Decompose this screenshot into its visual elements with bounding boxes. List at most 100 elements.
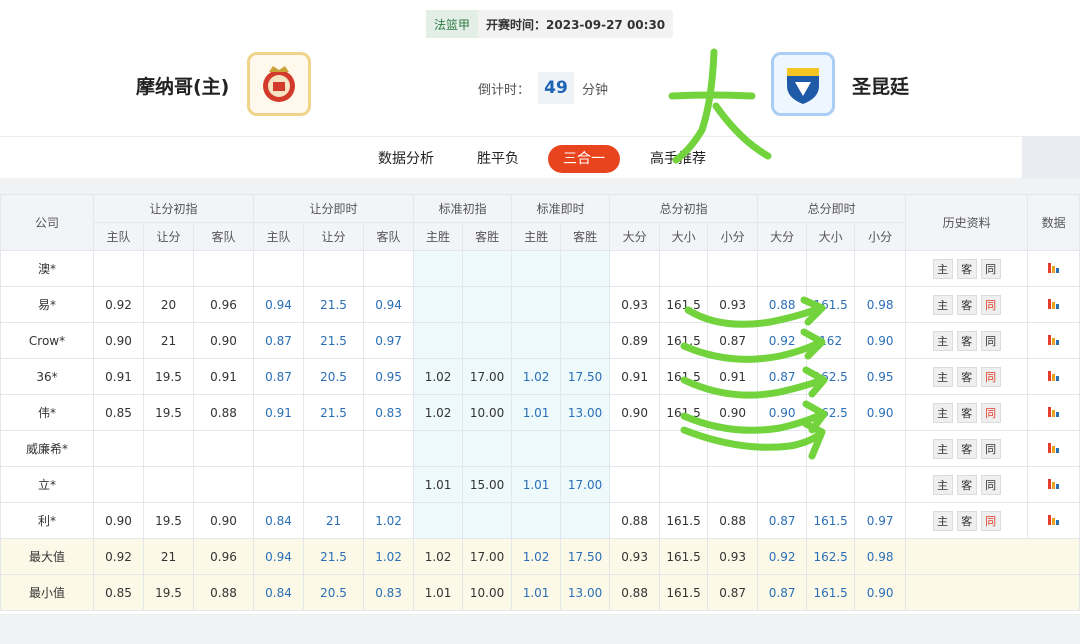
history-home-button[interactable]: 主 — [932, 402, 953, 423]
history-away-button[interactable]: 客 — [956, 258, 977, 279]
odds-cell — [462, 502, 513, 539]
history-buttons: 主客同 — [905, 250, 1029, 287]
odds-cell: 21 — [143, 322, 194, 359]
tab-data-analysis[interactable]: 数据分析 — [378, 145, 434, 173]
tab-expert-picks[interactable]: 高手推荐 — [650, 145, 706, 173]
summary-cell: 0.83 — [363, 574, 415, 611]
history-same-button[interactable]: 同 — [980, 474, 1001, 495]
history-away-button[interactable]: 客 — [956, 474, 977, 495]
odds-table-container: 公司 让分初指 让分即时 标准初指 标准即时 总分初指 总分即时 历史资料 数据… — [0, 194, 1080, 614]
odds-cell: 161.5 — [659, 286, 709, 323]
subheader-cell: 大小 — [806, 222, 856, 251]
summary-cell: 0.96 — [192, 538, 255, 575]
odds-cell — [707, 466, 759, 503]
odds-cell — [854, 250, 907, 287]
odds-cell — [143, 466, 194, 503]
history-home-button[interactable]: 主 — [932, 438, 953, 459]
odds-cell: 0.88 — [707, 502, 759, 539]
odds-cell — [413, 250, 464, 287]
history-away-button[interactable]: 客 — [956, 294, 977, 315]
summary-cell: 0.88 — [192, 574, 255, 611]
history-home-button[interactable]: 主 — [932, 294, 953, 315]
history-same-button[interactable]: 同 — [980, 258, 1001, 279]
history-same-button[interactable]: 同 — [980, 330, 1001, 351]
history-home-button[interactable]: 主 — [932, 510, 953, 531]
company-name: 易* — [0, 286, 94, 323]
history-home-button[interactable]: 主 — [932, 366, 953, 387]
odds-cell: 0.90 — [854, 322, 907, 359]
history-home-button[interactable]: 主 — [932, 474, 953, 495]
history-same-button[interactable]: 同 — [980, 366, 1001, 387]
tab-win-draw-lose[interactable]: 胜平负 — [477, 145, 519, 173]
history-same-button[interactable]: 同 — [980, 438, 1001, 459]
subheader-cell: 大小 — [659, 222, 709, 251]
table-row: 威廉希* 主客同 — [0, 430, 1080, 467]
summary-cell: 0.98 — [854, 538, 907, 575]
odds-cell: 0.92 — [93, 286, 144, 323]
bar-chart-icon[interactable] — [1047, 478, 1060, 489]
summary-cell: 0.93 — [707, 538, 759, 575]
match-meta: 法篮甲 开赛时间：2023-09-27 00:30 — [426, 10, 674, 38]
bar-chart-icon[interactable] — [1047, 442, 1060, 453]
odds-cell: 0.91 — [93, 358, 144, 395]
odds-cell: 161.5 — [659, 394, 709, 431]
tab-bar: 数据分析 胜平负 三合一 高手推荐 — [0, 136, 1022, 178]
history-same-button[interactable]: 同 — [980, 294, 1001, 315]
odds-cell — [192, 430, 255, 467]
bar-chart-icon[interactable] — [1047, 262, 1060, 273]
history-away-button[interactable]: 客 — [956, 510, 977, 531]
odds-cell: 0.93 — [707, 286, 759, 323]
bar-chart-icon[interactable] — [1047, 370, 1060, 381]
odds-cell: 13.00 — [560, 394, 611, 431]
summary-label: 最小值 — [0, 574, 94, 611]
company-name: 36* — [0, 358, 94, 395]
summary-cell: 19.5 — [143, 574, 194, 611]
summary-row: 最大值 0.92 21 0.96 0.94 21.5 1.02 1.02 17.00 1.02 17… — [0, 538, 1080, 575]
odds-cell: 0.85 — [93, 394, 144, 431]
group-handicap-live: 让分即时 — [253, 194, 415, 223]
history-away-button[interactable]: 客 — [956, 402, 977, 423]
group-standard-live: 标准即时 — [511, 194, 611, 223]
odds-cell — [560, 430, 611, 467]
odds-cell: 161.5 — [806, 502, 856, 539]
odds-cell: 0.83 — [363, 394, 415, 431]
odds-cell — [511, 322, 562, 359]
table-row: 36* 0.91 19.5 0.91 0.87 20.5 0.95 1.02 17.00 1.02… — [0, 358, 1080, 395]
odds-table-body: 澳* 主客同易* 0.92 20 0.96 0.94 21.5 0.94 0.93 161.5 0.… — [0, 250, 1080, 611]
odds-cell — [707, 250, 759, 287]
odds-cell: 0.87 — [253, 322, 305, 359]
odds-cell: 0.93 — [609, 286, 661, 323]
odds-cell: 0.90 — [757, 394, 808, 431]
summary-label: 最大值 — [0, 538, 94, 575]
history-same-button[interactable]: 同 — [980, 510, 1001, 531]
history-away-button[interactable]: 客 — [956, 330, 977, 351]
tab-three-in-one[interactable]: 三合一 — [548, 145, 620, 173]
company-name: 威廉希* — [0, 430, 94, 467]
company-name: Crow* — [0, 322, 94, 359]
history-same-button[interactable]: 同 — [980, 402, 1001, 423]
odds-cell — [303, 250, 365, 287]
bar-chart-icon[interactable] — [1047, 334, 1060, 345]
history-away-button[interactable]: 客 — [956, 438, 977, 459]
bar-chart-icon[interactable] — [1047, 406, 1060, 417]
subheader-cell: 客胜 — [462, 222, 513, 251]
summary-cell: 0.84 — [253, 574, 305, 611]
table-row: 利* 0.90 19.5 0.90 0.84 21 1.02 0.88 161.5 0.88 0.8… — [0, 502, 1080, 539]
odds-cell: 1.01 — [511, 466, 562, 503]
history-home-button[interactable]: 主 — [932, 258, 953, 279]
bar-chart-icon[interactable] — [1047, 298, 1060, 309]
odds-cell — [659, 250, 709, 287]
odds-cell — [806, 250, 856, 287]
odds-cell — [143, 430, 194, 467]
monaco-crest-icon — [263, 66, 295, 102]
history-away-button[interactable]: 客 — [956, 366, 977, 387]
odds-cell: 0.90 — [192, 322, 255, 359]
data-chart-cell — [1027, 430, 1080, 467]
bar-chart-icon[interactable] — [1047, 514, 1060, 525]
history-home-button[interactable]: 主 — [932, 330, 953, 351]
summary-cell: 0.93 — [609, 538, 661, 575]
data-chart-cell — [1027, 250, 1080, 287]
summary-row: 最小值 0.85 19.5 0.88 0.84 20.5 0.83 1.01 10.00 1.01… — [0, 574, 1080, 611]
odds-cell — [303, 466, 365, 503]
odds-cell: 0.90 — [609, 394, 661, 431]
